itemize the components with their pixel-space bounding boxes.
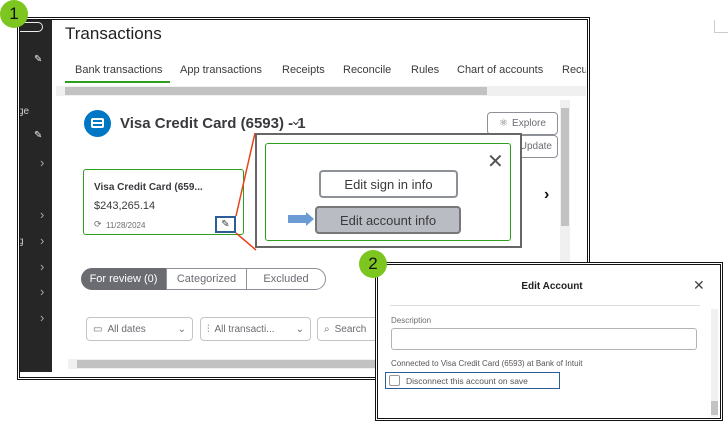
partial-window-edge (714, 20, 728, 33)
step-badge-2: 2 (359, 250, 387, 278)
tab-excluded[interactable]: Excluded (246, 268, 326, 290)
edit-account-dialog: Edit Account ✕ Description Connected to … (375, 262, 723, 421)
dialog-scrollbar[interactable] (711, 309, 718, 417)
sliders-icon: ⫶ (207, 323, 210, 335)
dialog-divider (390, 305, 700, 306)
dates-filter[interactable]: ▭ All dates ⌄ (86, 317, 193, 341)
disconnect-checkbox-row[interactable]: Disconnect this account on save (385, 372, 560, 389)
tab-categorized[interactable]: Categorized (166, 268, 247, 290)
dialog-title: Edit Account (521, 281, 583, 292)
edit-sign-in-info-button[interactable]: Edit sign in info (319, 170, 458, 198)
edit-account-info-button[interactable]: Edit account info (315, 206, 461, 234)
transactions-filter[interactable]: ⫶ All transacti... ⌄ (200, 317, 311, 341)
search-icon: ⌕ (324, 323, 330, 335)
chevron-down-icon: ⌄ (295, 323, 304, 335)
next-account-icon[interactable]: › (544, 186, 549, 204)
arrow-right-icon (288, 215, 306, 223)
disconnect-checkbox[interactable] (389, 375, 400, 386)
scrollbar-thumb[interactable] (77, 360, 377, 368)
close-icon[interactable]: ✕ (487, 149, 504, 174)
calendar-icon: ▭ (93, 323, 103, 335)
connected-text: Connected to Visa Credit Card (6593) at … (391, 359, 583, 368)
chevron-down-icon: ⌄ (177, 323, 186, 335)
scrollbar-thumb[interactable] (711, 401, 718, 415)
popup-inner: ✕ Edit sign in info Edit account info (265, 143, 511, 241)
tab-for-review[interactable]: For review (0) (81, 268, 166, 290)
bottom-scrollbar[interactable] (68, 359, 378, 369)
edit-options-popup: ✕ Edit sign in info Edit account info (255, 133, 522, 248)
description-label: Description (391, 316, 432, 325)
close-icon[interactable]: ✕ (693, 277, 705, 294)
description-input[interactable] (391, 328, 697, 350)
arrow-right-icon-head (306, 212, 314, 226)
